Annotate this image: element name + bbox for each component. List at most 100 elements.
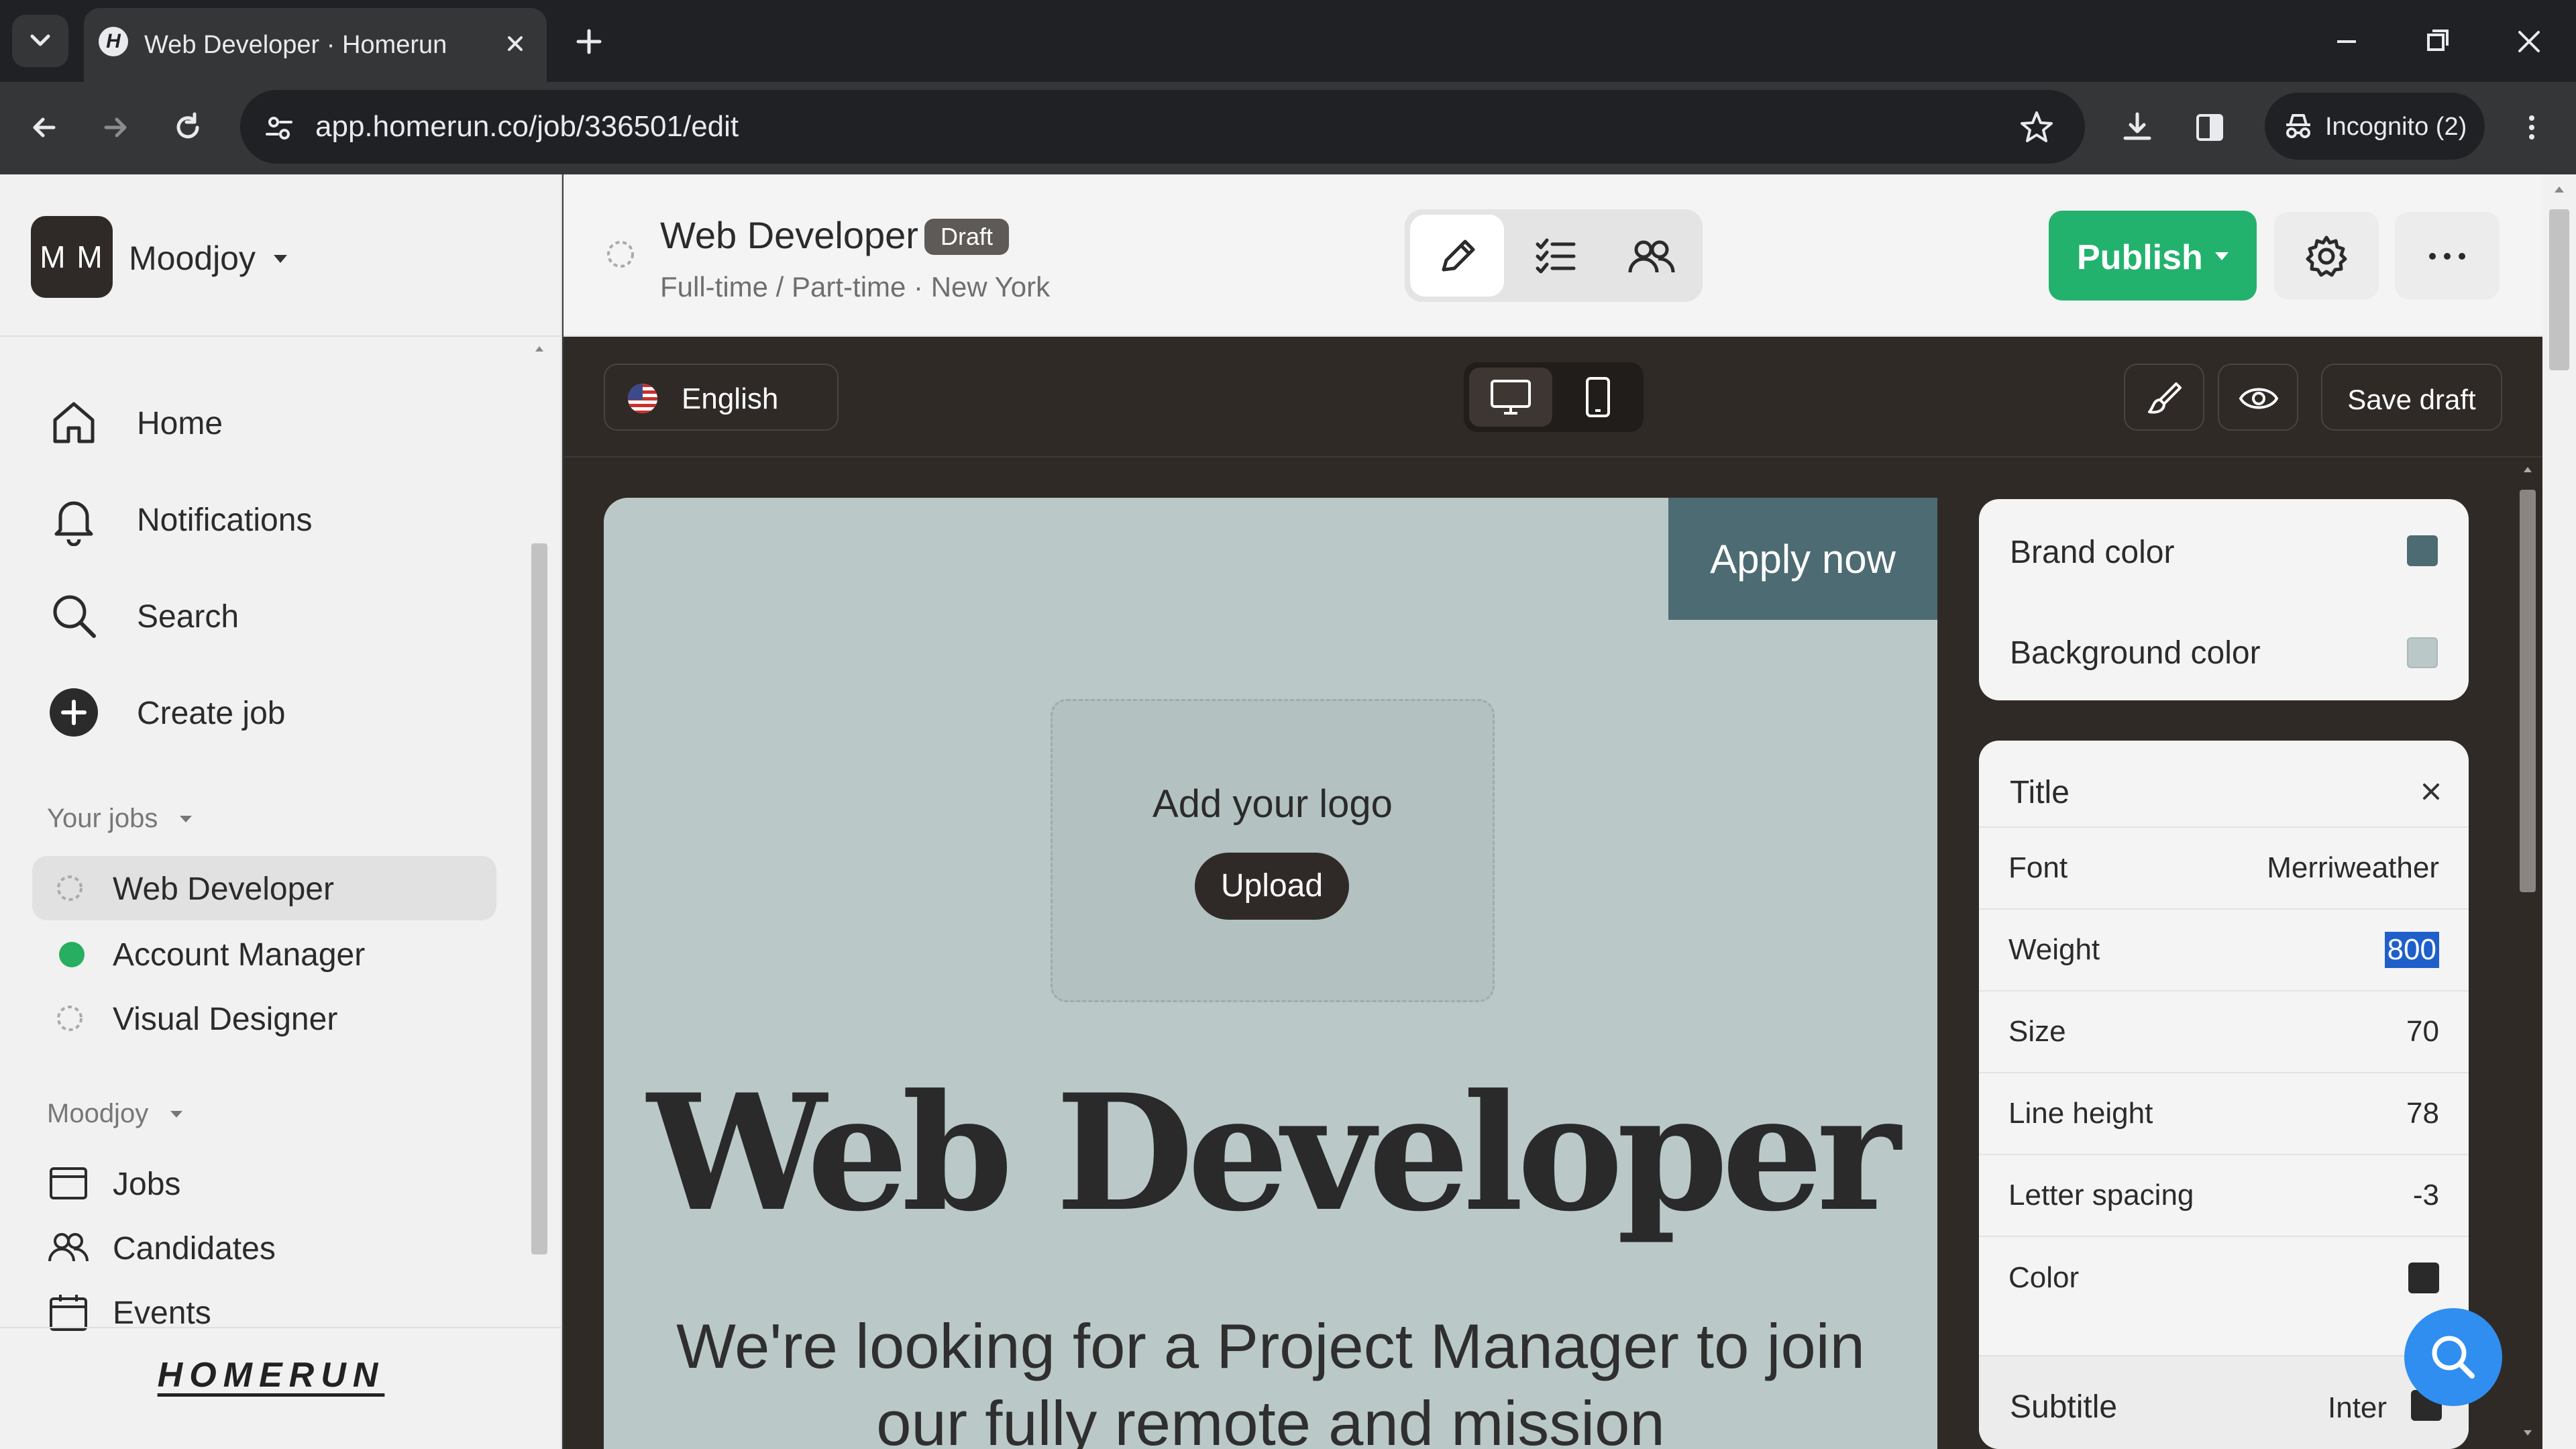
sidebar-item-create-job[interactable]: Create job: [47, 678, 517, 745]
weight-input[interactable]: 800: [2384, 932, 2439, 968]
sidebar-item-search[interactable]: Search: [47, 581, 517, 648]
users-icon: [1628, 240, 1675, 273]
back-icon[interactable]: [24, 107, 64, 148]
language-label: English: [682, 382, 779, 415]
browser-tab-active[interactable]: H Web Developer · Homerun: [84, 8, 547, 82]
job-settings-button[interactable]: [2274, 212, 2379, 299]
letter-spacing-row[interactable]: Letter spacing -3: [1979, 1155, 2469, 1237]
brand-logo: HOMERUN: [157, 1356, 385, 1395]
language-selector[interactable]: English: [604, 364, 839, 431]
job-item-web-developer[interactable]: Web Developer: [32, 856, 496, 920]
your-jobs-label: Your jobs: [47, 804, 158, 833]
minimize-window-icon[interactable]: [2328, 23, 2365, 60]
desktop-view-button[interactable]: [1469, 368, 1552, 427]
download-icon[interactable]: [2117, 107, 2157, 148]
preview-button[interactable]: [2218, 364, 2298, 431]
sidebar-item-label: Jobs: [113, 1167, 181, 1202]
incognito-chip[interactable]: Incognito (2): [2265, 93, 2485, 160]
side-panel-icon[interactable]: [2190, 107, 2230, 148]
sidebar-item-home[interactable]: Home: [47, 388, 517, 455]
chevron-down-icon: [30, 34, 50, 46]
weight-row[interactable]: Weight 800: [1979, 910, 2469, 991]
tab-candidates[interactable]: [1605, 215, 1699, 297]
desktop-icon: [1491, 380, 1531, 415]
sidebar-item-events[interactable]: Events: [47, 1281, 517, 1342]
job-item-label: Web Developer: [113, 871, 334, 907]
save-draft-button[interactable]: Save draft: [2321, 364, 2502, 431]
mobile-view-button[interactable]: [1556, 368, 1640, 427]
address-bar[interactable]: app.homerun.co/job/336501/edit: [240, 90, 2085, 164]
sidebar-scrollbar[interactable]: [530, 342, 549, 1449]
workspace-switcher[interactable]: M M Moodjoy: [31, 216, 313, 299]
sidebar-divider: [0, 335, 561, 337]
reload-icon[interactable]: [168, 107, 208, 148]
checklist-icon: [1536, 238, 1576, 274]
restore-window-icon[interactable]: [2419, 23, 2457, 60]
color-row[interactable]: Color: [1979, 1237, 2469, 1319]
scroll-up-icon[interactable]: [533, 342, 546, 356]
subtitle-section-label: Subtitle: [2010, 1389, 2118, 1425]
line-height-row[interactable]: Line height 78: [1979, 1073, 2469, 1155]
sidebar-item-label: Candidates: [113, 1231, 276, 1267]
device-switcher: [1464, 362, 1644, 432]
help-search-button[interactable]: [2404, 1308, 2502, 1406]
new-tab-icon[interactable]: [570, 23, 608, 60]
preview-scrollbar[interactable]: [2517, 463, 2538, 1449]
close-icon[interactable]: [2418, 778, 2445, 805]
subtitle-font-value: Inter: [2328, 1391, 2387, 1424]
scroll-down-icon[interactable]: [2521, 1426, 2534, 1440]
scroll-up-icon[interactable]: [2521, 463, 2534, 476]
background-color-row[interactable]: Background color: [1979, 600, 2469, 700]
site-info-icon[interactable]: [260, 109, 298, 146]
page-scroll-thumb[interactable]: [2549, 209, 2569, 370]
sidebar-item-notifications[interactable]: Notifications: [47, 484, 517, 551]
subtitle-section-header[interactable]: Subtitle Inter: [1979, 1355, 2469, 1449]
your-jobs-header[interactable]: Your jobs: [47, 798, 248, 839]
scroll-up-icon[interactable]: [2552, 182, 2567, 197]
background-color-label: Background color: [2010, 635, 2261, 671]
publish-button[interactable]: Publish: [2049, 211, 2257, 301]
close-window-icon[interactable]: [2510, 23, 2548, 60]
sidebar-scroll-thumb[interactable]: [531, 543, 547, 1254]
preview-job-intro: We're looking for a Project Manager to j…: [676, 1311, 1865, 1449]
plus-circle-icon: [50, 688, 98, 737]
more-options-button[interactable]: [2395, 212, 2500, 299]
size-input[interactable]: 70: [2406, 1015, 2439, 1049]
sidebar-item-label: Events: [113, 1295, 211, 1331]
tab-application-form[interactable]: [1508, 215, 1602, 297]
company-section-header[interactable]: Moodjoy: [47, 1093, 248, 1134]
size-row[interactable]: Size 70: [1979, 991, 2469, 1073]
url-text[interactable]: app.homerun.co/job/336501/edit: [315, 110, 739, 144]
pencil-icon: [1442, 239, 1475, 272]
logo-upload-area[interactable]: Add your logo Upload: [1051, 699, 1495, 1002]
incognito-label: Incognito (2): [2325, 113, 2467, 141]
forward-icon[interactable]: [95, 107, 136, 148]
sidebar-item-candidates[interactable]: Candidates: [47, 1217, 517, 1277]
brand-color-swatch[interactable]: [2407, 535, 2438, 566]
page-scrollbar[interactable]: [2542, 176, 2576, 1449]
sidebar-item-label: Notifications: [137, 502, 313, 538]
font-row[interactable]: Font Merriweather: [1979, 828, 2469, 910]
avatar: M M: [31, 216, 113, 298]
job-item-visual-designer[interactable]: Visual Designer: [32, 986, 496, 1051]
letter-spacing-label: Letter spacing: [2008, 1179, 2194, 1212]
style-brush-button[interactable]: [2124, 364, 2204, 431]
preview-scroll-thumb[interactable]: [2520, 490, 2536, 892]
bookmark-star-icon[interactable]: [2017, 107, 2057, 148]
upload-button[interactable]: Upload: [1195, 853, 1349, 920]
job-item-account-manager[interactable]: Account Manager: [32, 922, 496, 986]
close-tab-icon[interactable]: [498, 27, 532, 60]
background-color-swatch[interactable]: [2407, 637, 2438, 668]
font-value[interactable]: Merriweather: [2267, 851, 2439, 885]
tab-search-button[interactable]: [12, 15, 68, 67]
tab-title: Web Developer · Homerun: [144, 31, 447, 59]
line-height-input[interactable]: 78: [2406, 1097, 2439, 1130]
letter-spacing-input[interactable]: -3: [2413, 1179, 2439, 1212]
browser-menu-icon[interactable]: [2512, 107, 2552, 148]
apply-now-button[interactable]: Apply now: [1668, 498, 1937, 620]
sidebar-item-label: Search: [137, 599, 239, 635]
title-color-swatch[interactable]: [2408, 1263, 2439, 1293]
brand-color-row[interactable]: Brand color: [1979, 499, 2469, 600]
tab-edit[interactable]: [1410, 215, 1504, 297]
sidebar-item-jobs[interactable]: Jobs: [47, 1152, 517, 1213]
